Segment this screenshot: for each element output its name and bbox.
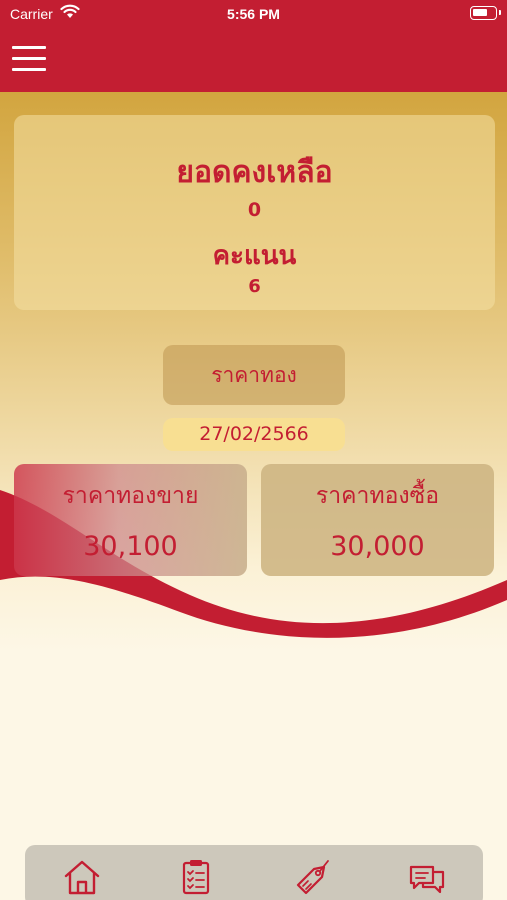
gold-price-button[interactable]: ราคาทอง — [163, 345, 345, 405]
clipboard-checklist-icon — [182, 860, 210, 895]
top-nav-bar — [0, 28, 507, 92]
clock-time: 5:56 PM — [227, 6, 280, 22]
tab-history[interactable] — [174, 855, 218, 899]
sell-price-label: ราคาทองขาย — [62, 483, 199, 509]
tab-home[interactable] — [60, 855, 104, 899]
balance-title: ยอดคงเหลือ — [176, 155, 333, 190]
sell-price-card: ราคาทองขาย 30,100 — [14, 464, 247, 576]
battery-icon — [470, 6, 501, 20]
balance-value: 0 — [247, 199, 262, 221]
home-icon — [64, 860, 100, 895]
buy-price-label: ราคาทองซื้อ — [315, 483, 440, 509]
buy-price-card: ราคาทองซื้อ 30,000 — [261, 464, 494, 576]
points-value: 6 — [248, 276, 261, 297]
sell-price-value: 30,100 — [83, 531, 178, 562]
date-badge: 27/02/2566 — [163, 418, 345, 451]
tab-price[interactable] — [290, 855, 334, 899]
hamburger-menu-icon[interactable] — [12, 46, 46, 72]
chat-bubbles-icon — [409, 865, 445, 894]
tab-messages[interactable] — [405, 855, 449, 899]
points-label: คะแนน — [212, 241, 297, 271]
status-bar: Carrier 5:56 PM — [0, 0, 507, 28]
bottom-tab-bar — [25, 845, 483, 900]
balance-card: ยอดคงเหลือ 0 คะแนน 6 — [14, 115, 495, 310]
price-tag-icon — [296, 860, 329, 895]
buy-price-value: 30,000 — [330, 531, 425, 562]
